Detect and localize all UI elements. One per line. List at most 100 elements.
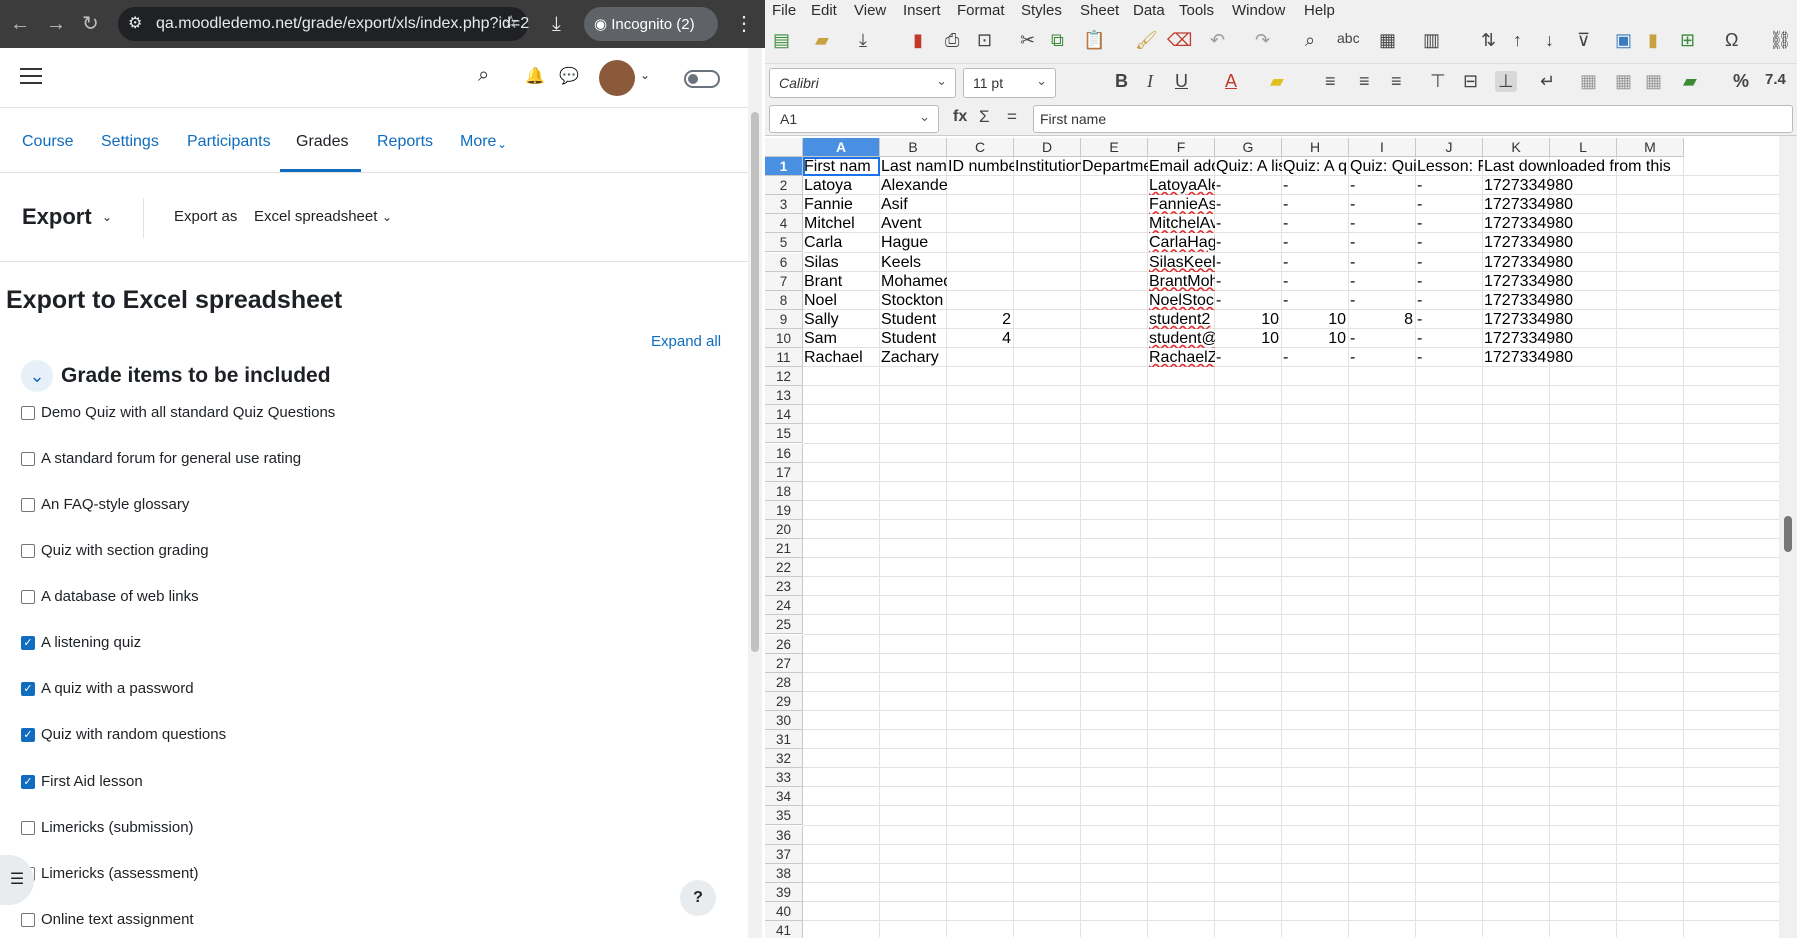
tab-participants[interactable]: Participants [187,133,271,151]
menu-styles[interactable]: Styles [1021,2,1062,19]
table-cell[interactable]: - [1416,214,1483,233]
bold-icon[interactable]: B [1115,71,1128,92]
table-cell[interactable]: - [1416,253,1483,272]
copy-icon[interactable]: ⧉ [1051,30,1064,51]
address-bar[interactable]: ⚙ qa.moodledemo.net/grade/export/xls/ind… [118,7,529,41]
row-header[interactable]: 34 [765,787,803,807]
row-header[interactable]: 1 [765,157,803,176]
special-character-icon[interactable]: Ω [1725,30,1738,51]
save-icon[interactable]: ⤓ [859,30,867,51]
column-header[interactable]: C [947,138,1014,157]
wrap-text-icon[interactable]: ↵ [1540,71,1555,92]
tab-more[interactable]: More [460,133,496,151]
find-replace-icon[interactable]: ⌕ [1305,30,1315,51]
table-cell[interactable]: BrantMoh [1148,272,1215,291]
table-cell[interactable]: 8 [1349,310,1416,329]
menu-format[interactable]: Format [957,2,1005,19]
grade-item-label[interactable]: Online text assignment [41,911,194,928]
format-chevron-icon[interactable]: ⌄ [382,210,392,224]
table-cell[interactable]: Noel [803,291,880,310]
table-cell[interactable]: - [1349,195,1416,214]
table-cell[interactable]: Brant [803,272,880,291]
menu-insert[interactable]: Insert [903,2,941,19]
table-cell[interactable]: MitchelAv [1148,214,1215,233]
sort-icon[interactable]: ⇅ [1481,30,1496,51]
column-icon[interactable]: ▥ [1423,30,1440,51]
row-header[interactable]: 36 [765,825,803,845]
center-across-icon[interactable]: ▦ [1645,71,1662,92]
row-header[interactable]: 7 [765,271,803,291]
font-size-chevron-icon[interactable]: ⌄ [1036,73,1047,89]
grade-item-checkbox-checked[interactable]: ✓ [21,682,35,696]
row-header[interactable]: 18 [765,481,803,501]
table-cell[interactable]: Student [880,329,947,348]
table-cell[interactable]: 1727334980 [1483,195,1617,214]
row-header[interactable]: 25 [765,615,803,635]
table-cell[interactable]: - [1215,291,1282,310]
merge-cells-icon[interactable]: ▦ [1580,71,1597,92]
menu-window[interactable]: Window [1232,2,1285,19]
table-cell[interactable]: Departme [1081,157,1148,176]
help-button[interactable]: ? [680,880,716,916]
italic-icon[interactable]: I [1147,71,1153,92]
table-cell[interactable]: ID numbe [947,157,1014,176]
grade-item-label[interactable]: Quiz with random questions [41,726,226,743]
incognito-badge[interactable]: ◉ Incognito (2) [584,7,718,41]
row-header[interactable]: 27 [765,653,803,673]
row-header[interactable]: 13 [765,386,803,406]
hyperlink-icon[interactable]: ⛓ [1769,30,1792,51]
table-cell[interactable]: Mitchel [803,214,880,233]
table-cell[interactable]: - [1349,233,1416,252]
column-header[interactable]: I [1349,138,1416,157]
row-header[interactable]: 26 [765,634,803,654]
function-wizard-icon[interactable]: fx [953,108,967,126]
grade-item-label[interactable]: Limericks (assessment) [41,865,199,882]
table-cell[interactable]: - [1349,272,1416,291]
tab-course[interactable]: Course [22,133,74,151]
name-box[interactable]: A1 ⌄ [769,105,939,133]
column-header[interactable]: B [880,138,947,157]
spellcheck-icon[interactable]: abc [1337,30,1360,46]
row-header[interactable]: 40 [765,901,803,921]
menu-edit[interactable]: Edit [811,2,837,19]
font-color-icon[interactable]: A [1225,71,1237,92]
table-cell[interactable]: - [1416,291,1483,310]
table-cell[interactable]: - [1215,176,1282,195]
row-header[interactable]: 12 [765,367,803,387]
grade-item-checkbox[interactable] [21,544,35,558]
align-left-icon[interactable]: ≡ [1325,71,1336,92]
row-header[interactable]: 35 [765,806,803,826]
table-cell[interactable]: - [1282,348,1349,367]
align-middle-icon[interactable]: ⊟ [1463,71,1478,92]
row-icon[interactable]: ▦ [1379,30,1396,51]
cut-icon[interactable]: ✂ [1020,30,1035,51]
name-box-chevron-icon[interactable]: ⌄ [919,109,930,125]
percent-format-icon[interactable]: % [1733,71,1749,92]
menu-file[interactable]: File [772,2,796,19]
table-cell[interactable]: Quiz: Qui [1349,157,1416,176]
page-scrollbar[interactable] [748,48,762,938]
table-cell[interactable]: Stockton [880,291,947,310]
grade-item-label[interactable]: Quiz with section grading [41,542,209,559]
table-cell[interactable]: Rachael [803,348,880,367]
highlight-color-icon[interactable]: ▰ [1270,71,1284,92]
table-cell[interactable]: student@ [1148,329,1215,348]
row-header[interactable]: 14 [765,405,803,425]
align-bottom-icon[interactable]: ⊥ [1495,71,1517,92]
font-name-chevron-icon[interactable]: ⌄ [936,73,947,89]
table-cell[interactable]: SilasKeels [1148,253,1215,272]
table-cell[interactable]: 1727334980 [1483,348,1617,367]
row-header[interactable]: 22 [765,558,803,578]
table-cell[interactable]: Student [880,310,947,329]
row-header[interactable]: 30 [765,710,803,730]
sort-ascending-icon[interactable]: ↑ [1513,30,1522,51]
table-cell[interactable]: Zachary [880,348,947,367]
column-header[interactable]: E [1081,138,1148,157]
table-cell[interactable]: Institution [1014,157,1081,176]
row-header[interactable]: 23 [765,577,803,597]
table-cell[interactable]: Email add [1148,157,1215,176]
table-cell[interactable]: - [1349,348,1416,367]
table-cell[interactable]: 1727334980 [1483,253,1617,272]
table-cell[interactable]: LatoyaAle [1148,176,1215,195]
grade-item-label[interactable]: Demo Quiz with all standard Quiz Questio… [41,404,335,421]
